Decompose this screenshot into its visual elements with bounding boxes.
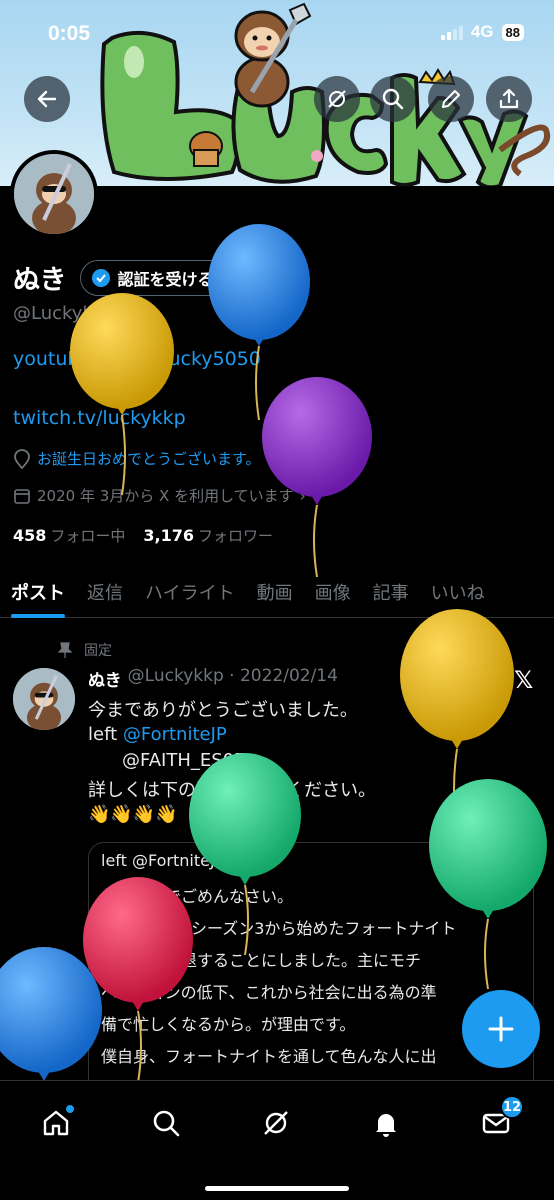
tab-videos[interactable]: 動画	[246, 566, 304, 617]
followers-stat[interactable]: 3,176 フォロワー	[143, 525, 273, 546]
quoted-image-text[interactable]: left @FortniteJP 急な発表でごめんなさい。 チャプター1シーズン…	[88, 842, 534, 1102]
home-indicator	[205, 1186, 349, 1191]
get-verified-button[interactable]: 認証を受ける	[80, 259, 231, 296]
birthday-text[interactable]: お誕生日おめでとうございます。	[37, 448, 261, 469]
pinned-indicator: 固定	[58, 640, 112, 660]
youtube-link[interactable]: youtube.com/@lucky5050	[13, 348, 261, 370]
nav-search[interactable]	[146, 1103, 186, 1143]
nav-grok[interactable]	[256, 1103, 296, 1143]
post-text-line: 今までありがとうございました。	[88, 700, 358, 721]
back-button[interactable]	[24, 76, 70, 122]
display-name: ぬき	[13, 265, 67, 296]
quote-line: 僕自身、フォートナイトを通して色んな人に出	[101, 1047, 437, 1066]
plus-icon	[488, 1016, 514, 1042]
post-emoji-line: 👋👋👋👋	[88, 804, 178, 825]
tab-articles[interactable]: 記事	[362, 566, 420, 617]
tab-likes[interactable]: いいね	[420, 566, 496, 617]
quote-line: left @FortniteJP	[101, 851, 225, 870]
status-time: 0:05	[48, 22, 91, 45]
grok-icon	[264, 1111, 288, 1135]
verified-badge-icon	[92, 268, 111, 287]
bottom-navigation: 12	[0, 1080, 554, 1200]
edit-pencil-icon	[442, 90, 460, 108]
edit-profile-button[interactable]	[428, 76, 474, 122]
x-logo-icon: 𝕏	[514, 666, 534, 694]
get-verified-label: 認証を受ける	[117, 269, 214, 289]
post-text-line: 詳しくは下の写真をご覧ください。	[88, 780, 376, 801]
tab-posts[interactable]: ポスト	[0, 566, 76, 618]
network-label: 4G	[470, 22, 494, 41]
balloon-purple	[262, 377, 372, 578]
following-stat[interactable]: 458 フォロー中	[13, 525, 125, 546]
mention-link[interactable]: @FortniteJP	[123, 724, 227, 745]
nav-home[interactable]	[36, 1103, 76, 1143]
post-author-name[interactable]: ぬき	[88, 666, 122, 691]
search-icon	[153, 1110, 180, 1137]
status-icons: 4G 88	[440, 22, 524, 42]
following-label: フォロー中	[50, 527, 126, 545]
birthday-row: お誕生日おめでとうございます。	[13, 448, 261, 469]
quote-line: 備で忙しくなるから。が理由です。	[101, 1015, 356, 1034]
balloon-blue-2	[0, 947, 102, 1081]
followers-count: 3,176	[143, 526, 195, 545]
followers-label: フォロワー	[198, 527, 274, 545]
calendar-icon	[14, 488, 30, 504]
bell-icon	[376, 1114, 396, 1137]
avatar-image	[13, 668, 75, 730]
nav-messages[interactable]: 12	[476, 1095, 524, 1143]
signal-icon	[440, 24, 463, 40]
grok-button[interactable]	[314, 76, 360, 122]
pinned-label: 固定	[84, 643, 112, 659]
chevron-right-icon: ›	[299, 486, 306, 505]
post-handle-date: @Luckykkp · 2022/02/14	[127, 666, 338, 686]
share-button[interactable]	[486, 76, 532, 122]
tab-replies[interactable]: 返信	[76, 566, 134, 617]
post-text-line: left @FortniteJP	[88, 724, 227, 745]
quote-line: を今日で引退することにしました。主にモチ	[101, 951, 422, 970]
avatar-image	[14, 154, 94, 234]
search-button[interactable]	[370, 76, 416, 122]
post-header: ぬき @Luckykkp · 2022/02/14	[88, 666, 338, 691]
following-count: 458	[13, 526, 47, 545]
profile-avatar[interactable]	[10, 150, 98, 238]
share-icon	[499, 88, 519, 109]
nav-notifications[interactable]	[366, 1103, 406, 1143]
pin-icon	[58, 642, 72, 658]
quote-line: 急な発表でごめんなさい。	[101, 887, 294, 906]
compose-post-button[interactable]	[462, 990, 540, 1068]
balloon-gold-2	[400, 609, 514, 830]
back-arrow-icon	[37, 90, 57, 108]
location-pin-icon	[14, 448, 30, 469]
grok-icon	[328, 90, 346, 108]
profile-tabs: ポスト 返信 ハイライト 動画 画像 記事 いいね	[0, 566, 554, 618]
profile-handle: @Luckykkp	[13, 303, 115, 324]
messages-badge: 12	[500, 1095, 524, 1119]
post-avatar[interactable]	[13, 668, 75, 730]
quote-line: ベーションの低下、これから社会に出る為の準	[101, 983, 437, 1002]
joined-text: 2020 年 3月から X を利用しています	[37, 487, 294, 505]
tab-highlights[interactable]: ハイライト	[134, 566, 246, 617]
battery-level: 88	[501, 23, 524, 41]
quote-line: チャプター1シーズン3から始めたフォートナイト	[101, 919, 457, 938]
joined-row[interactable]: 2020 年 3月から X を利用しています ›	[13, 485, 306, 506]
post-text-line: @FAITH_ES07	[122, 750, 246, 771]
tab-photos[interactable]: 画像	[304, 566, 362, 617]
balloon-blue	[208, 224, 310, 421]
home-unread-dot	[66, 1105, 74, 1113]
search-icon	[382, 88, 404, 110]
twitch-link[interactable]: twitch.tv/luckykkp	[13, 407, 186, 429]
